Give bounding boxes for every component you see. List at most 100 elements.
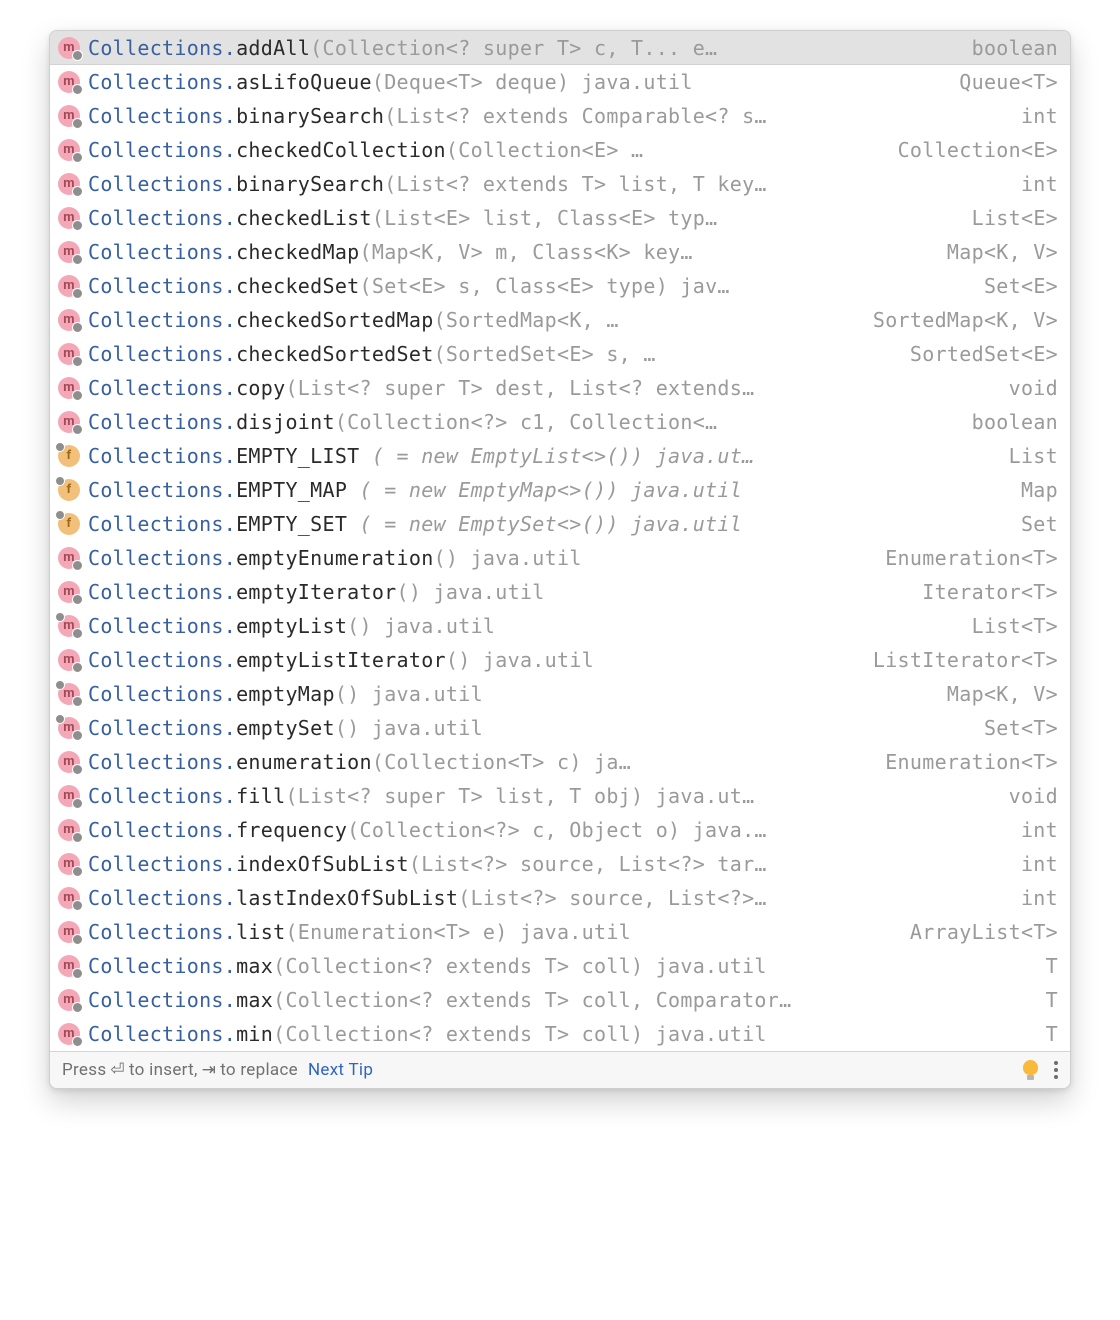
suggestion-row[interactable]: mCollections.checkedMap(Map<K, V> m, Cla… [50, 235, 1070, 269]
bulb-icon[interactable] [1023, 1060, 1038, 1080]
suggestion-row[interactable]: mCollections.asLifoQueue(Deque<T> deque)… [50, 65, 1070, 99]
static-badge-icon [72, 594, 83, 605]
suggestion-row[interactable]: mCollections.emptySet() java.utilSet<T> [50, 711, 1070, 745]
member-name: EMPTY_LIST [236, 444, 359, 468]
class-name: Collections. [88, 614, 236, 638]
suggestion-row[interactable]: mCollections.enumeration(Collection<T> c… [50, 745, 1070, 779]
class-name: Collections. [88, 376, 236, 400]
class-name: Collections. [88, 308, 236, 332]
field-icon: f [58, 445, 80, 467]
class-name: Collections. [88, 410, 236, 434]
overlay-badge-icon [55, 510, 65, 520]
field-icon: f [58, 513, 80, 535]
suggestion-row[interactable]: mCollections.emptyMap() java.utilMap<K, … [50, 677, 1070, 711]
suggestion-row[interactable]: mCollections.addAll(Collection<? super T… [50, 31, 1070, 65]
method-icon: m [58, 955, 80, 977]
signature: (List<? extends Comparable<? s… [384, 104, 767, 128]
method-icon: m [58, 581, 80, 603]
suggestion-list: mCollections.addAll(Collection<? super T… [50, 31, 1070, 1051]
suggestion-row[interactable]: mCollections.emptyIterator() java.utilIt… [50, 575, 1070, 609]
suggestion-main: Collections.checkedSortedSet(SortedSet<E… [88, 337, 896, 371]
return-type: Queue<T> [959, 65, 1058, 99]
method-icon: m [58, 275, 80, 297]
static-badge-icon [72, 254, 83, 265]
signature: (Collection<T> c) ja… [372, 750, 631, 774]
suggestion-main: Collections.lastIndexOfSubList(List<?> s… [88, 881, 1007, 915]
class-name: Collections. [88, 104, 236, 128]
member-name: fill [236, 784, 285, 808]
static-badge-icon [72, 1002, 83, 1013]
signature: ( = new EmptyMap<>()) java.util [347, 478, 742, 502]
static-badge-icon [72, 322, 83, 333]
member-name: emptyEnumeration [236, 546, 433, 570]
next-tip-link[interactable]: Next Tip [308, 1060, 373, 1080]
suggestion-row[interactable]: fCollections.EMPTY_LIST ( = new EmptyLis… [50, 439, 1070, 473]
suggestion-main: Collections.copy(List<? super T> dest, L… [88, 371, 995, 405]
suggestion-row[interactable]: mCollections.emptyEnumeration() java.uti… [50, 541, 1070, 575]
suggestion-main: Collections.checkedCollection(Collection… [88, 133, 884, 167]
suggestion-row[interactable]: mCollections.list(Enumeration<T> e) java… [50, 915, 1070, 949]
more-menu-icon[interactable] [1052, 1059, 1060, 1081]
return-type: T [1046, 983, 1058, 1017]
overlay-badge-icon [55, 612, 65, 622]
static-badge-icon [72, 764, 83, 775]
suggestion-main: Collections.EMPTY_MAP ( = new EmptyMap<>… [88, 473, 1007, 507]
suggestion-row[interactable]: fCollections.EMPTY_MAP ( = new EmptyMap<… [50, 473, 1070, 507]
signature: (Deque<T> deque) java.util [372, 70, 693, 94]
suggestion-main: Collections.asLifoQueue(Deque<T> deque) … [88, 65, 945, 99]
suggestion-row[interactable]: mCollections.max(Collection<? extends T>… [50, 983, 1070, 1017]
suggestion-row[interactable]: m Collections.checkedSortedSet(SortedSet<… [50, 337, 1070, 371]
method-icon: m [58, 819, 80, 841]
suggestion-row[interactable]: mCollections.max(Collection<? extends T>… [50, 949, 1070, 983]
overlay-badge-icon [55, 442, 65, 452]
signature: () java.util [335, 716, 483, 740]
suggestion-row[interactable]: m Collections.checkedCollection(Collectio… [50, 133, 1070, 167]
suggestion-row[interactable]: mCollections.checkedSortedMap(SortedMap<… [50, 303, 1070, 337]
return-type: Set [1021, 507, 1058, 541]
suggestion-row[interactable]: mCollections.emptyListIterator() java.ut… [50, 643, 1070, 677]
suggestion-row[interactable]: mCollections.lastIndexOfSubList(List<?> … [50, 881, 1070, 915]
method-icon: m [58, 343, 80, 365]
member-name: checkedSet [236, 274, 359, 298]
class-name: Collections. [88, 886, 236, 910]
signature: (Collection<? extends T> coll) java.util [273, 954, 767, 978]
suggestion-row[interactable]: mCollections.disjoint(Collection<?> c1, … [50, 405, 1070, 439]
suggestion-row[interactable]: m Collections.frequency(Collection<?> c, … [50, 813, 1070, 847]
method-icon: m [58, 139, 80, 161]
member-name: disjoint [236, 410, 335, 434]
suggestion-row[interactable]: mCollections.min(Collection<? extends T>… [50, 1017, 1070, 1051]
static-badge-icon [72, 152, 83, 163]
return-type: int [1021, 847, 1058, 881]
class-name: Collections. [88, 240, 236, 264]
static-badge-icon [72, 84, 83, 95]
suggestion-row[interactable]: mCollections.fill(List<? super T> list, … [50, 779, 1070, 813]
suggestion-row[interactable]: fCollections.EMPTY_SET ( = new EmptySet<… [50, 507, 1070, 541]
return-type: ListIterator<T> [873, 643, 1058, 677]
static-badge-icon [72, 424, 83, 435]
class-name: Collections. [88, 274, 236, 298]
suggestion-main: Collections.frequency(Collection<?> c, O… [88, 813, 1007, 847]
signature: (Collection<E> … [446, 138, 643, 162]
class-name: Collections. [88, 546, 236, 570]
method-icon: m [58, 921, 80, 943]
static-badge-icon [72, 866, 83, 877]
enter-key-icon: ⏎ [110, 1060, 125, 1080]
suggestion-row[interactable]: mCollections.binarySearch(List<? extends… [50, 99, 1070, 133]
return-type: boolean [972, 31, 1058, 65]
class-name: Collections. [88, 36, 236, 60]
suggestion-row[interactable]: mCollections.indexOfSubList(List<?> sour… [50, 847, 1070, 881]
suggestion-row[interactable]: mCollections.checkedSet(Set<E> s, Class<… [50, 269, 1070, 303]
class-name: Collections. [88, 512, 236, 536]
suggestion-main: Collections.fill(List<? super T> list, T… [88, 779, 995, 813]
suggestion-row[interactable]: mCollections.binarySearch(List<? extends… [50, 167, 1070, 201]
member-name: EMPTY_MAP [236, 478, 347, 502]
static-badge-icon [72, 220, 83, 231]
overlay-badge-icon [55, 680, 65, 690]
suggestion-row[interactable]: mCollections.checkedList(List<E> list, C… [50, 201, 1070, 235]
member-name: list [236, 920, 285, 944]
return-type: Enumeration<T> [885, 745, 1058, 779]
suggestion-row[interactable]: mCollections.copy(List<? super T> dest, … [50, 371, 1070, 405]
member-name: lastIndexOfSubList [236, 886, 458, 910]
method-icon: m [58, 105, 80, 127]
suggestion-row[interactable]: mCollections.emptyList() java.utilList<T… [50, 609, 1070, 643]
